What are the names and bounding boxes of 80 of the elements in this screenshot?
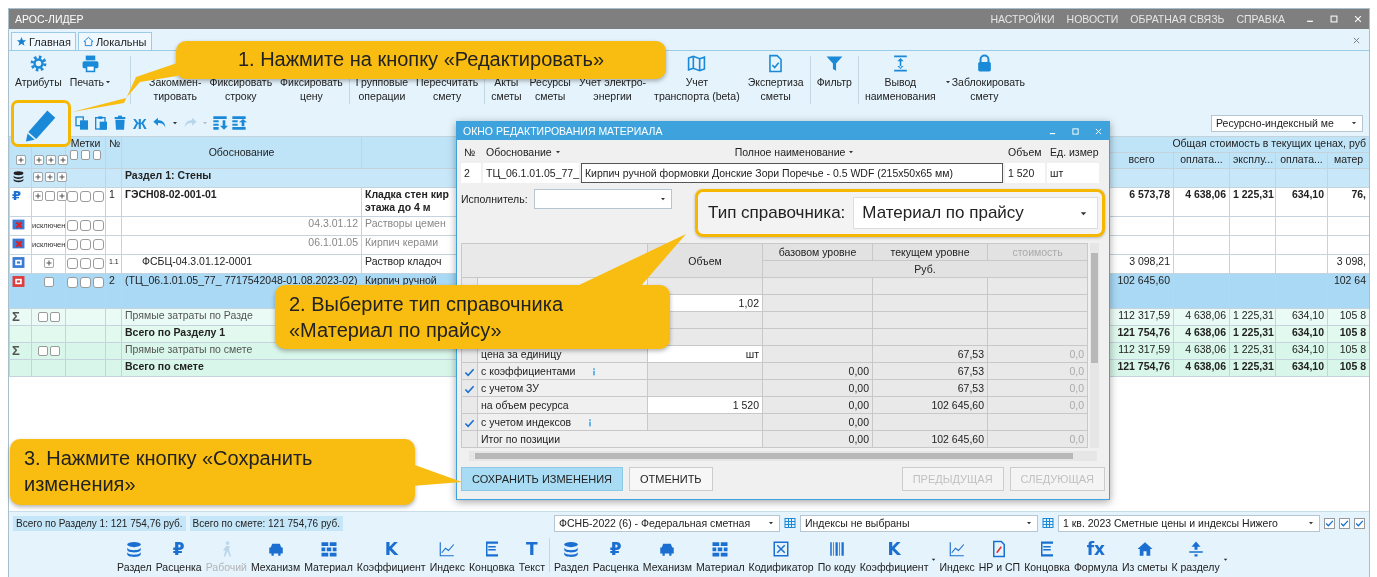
- table-cell: 105 8: [1327, 342, 1369, 360]
- callout-tooltip: 1. Нажмите на кнопку «Редактировать»: [176, 41, 666, 79]
- grid-cell: 0,00: [762, 396, 873, 414]
- table-cell: 634,10: [1275, 187, 1328, 217]
- select-value: Материал по прайсу: [862, 203, 1024, 223]
- select-value: Ресурсно-индексный ме: [1216, 117, 1334, 129]
- grid-cell: 102 645,60: [872, 430, 988, 448]
- column-header: Объем: [1008, 146, 1043, 158]
- column-header: №: [463, 146, 477, 158]
- column-header: Обоснование: [121, 136, 362, 169]
- glyph-icon: Σ: [12, 343, 20, 358]
- column-header: Обоснование: [486, 146, 582, 158]
- glyph-icon: ₽: [12, 188, 22, 203]
- total-label: Всего по смете: 121 754,76 руб.: [189, 515, 343, 531]
- glyph-icon: K: [887, 540, 901, 561]
- field-value: 2: [461, 163, 481, 183]
- table-cell: 4 638,06: [1173, 187, 1230, 217]
- grid-cell: 0,00: [762, 379, 873, 397]
- callout-tooltip: 3. Нажмите кнопку «Сохранить изменения»: [10, 439, 415, 505]
- table-cell: 1 225,31: [1229, 342, 1276, 360]
- field-label: Тип справочника:: [708, 203, 846, 223]
- field-value: 1 520: [1005, 163, 1045, 183]
- select-value: 1 кв. 2023 Сметные цены и индексы Нижего: [1063, 517, 1278, 529]
- grid-cell: 0,0: [987, 362, 1088, 380]
- table-cell: 1 225,31: [1229, 359, 1276, 377]
- table-cell: 06.1.01.05: [121, 235, 362, 255]
- column-header: Полное наименование: [584, 146, 1006, 158]
- column-header: Общая стоимость в текущих ценах, руб: [1109, 136, 1369, 153]
- glyph-icon: ₽: [172, 540, 185, 561]
- grid-cell: 67,53: [872, 379, 988, 397]
- glyph-icon: Σ: [12, 309, 20, 324]
- grid-cell: 67,53: [872, 362, 988, 380]
- glyph-icon: ₽: [609, 540, 622, 561]
- grid-cell: 0,0: [987, 396, 1088, 414]
- glyph-icon: fx: [1086, 540, 1106, 561]
- column-header: стоимость: [987, 243, 1088, 261]
- table-cell: ФСБЦ-04.3.01.12-0001: [121, 254, 362, 274]
- table-cell: 2: [105, 273, 122, 309]
- table-cell: 76,: [1327, 187, 1369, 217]
- grid-cell: 0,00: [762, 362, 873, 380]
- table-cell: ГЭСН08-02-001-01: [121, 187, 362, 217]
- table-cell: 105 8: [1327, 308, 1369, 326]
- grid-cell: 102 645,60: [872, 396, 988, 414]
- field-value: ТЦ_06.1.01.05_77_: [483, 163, 579, 183]
- table-cell: 634,10: [1275, 308, 1328, 326]
- table-cell: 4 638,06: [1173, 359, 1230, 377]
- table-cell: 1: [105, 187, 122, 217]
- glyph-icon: K: [384, 540, 398, 561]
- table-cell: 4 638,06: [1173, 342, 1230, 360]
- table-cell: 102 64: [1327, 273, 1369, 309]
- select-value: ФСНБ-2022 (6) - Федеральная сметная: [559, 517, 751, 529]
- grid-cell: 0,0: [987, 345, 1088, 363]
- table-cell: 105 8: [1327, 325, 1369, 343]
- table-cell: 4 638,06: [1173, 325, 1230, 343]
- table-cell: 634,10: [1275, 359, 1328, 377]
- grid-cell: 0,0: [987, 379, 1088, 397]
- field-label: Исполнитель:: [461, 193, 528, 205]
- table-cell: 1 225,31: [1229, 325, 1276, 343]
- grid-cell: 0,0: [987, 430, 1088, 448]
- column-header: текущем уровне: [872, 243, 988, 261]
- table-cell: 4 638,06: [1173, 308, 1230, 326]
- field-value: шт: [1047, 163, 1099, 183]
- table-cell: 634,10: [1275, 325, 1328, 343]
- table-cell: 1 225,31: [1229, 308, 1276, 326]
- glyph-icon: T: [526, 540, 538, 561]
- grid-cell: 0,00: [762, 430, 873, 448]
- table-cell: 3 098,: [1327, 254, 1369, 274]
- column-header: Метки: [69, 137, 102, 150]
- window-title: АРОС-ЛИДЕР: [15, 13, 84, 25]
- table-cell: 105 8: [1327, 359, 1369, 377]
- select-value: Индексы не выбраны: [805, 517, 910, 529]
- column-header: базовом уровне: [762, 243, 873, 261]
- table-cell: 634,10: [1275, 342, 1328, 360]
- grid-cell: 0,00: [762, 413, 873, 431]
- dialog-title: ОКНО РЕДАКТИРОВАНИЯ МАТЕРИАЛА: [463, 125, 663, 137]
- column-header: Ед. измер: [1050, 146, 1100, 158]
- total-label: Всего по Разделу 1: 121 754,76 руб.: [13, 515, 186, 531]
- table-cell: 1 225,31: [1229, 187, 1276, 217]
- grid-cell: 67,53: [872, 345, 988, 363]
- table-cell: 04.3.01.12: [121, 216, 362, 236]
